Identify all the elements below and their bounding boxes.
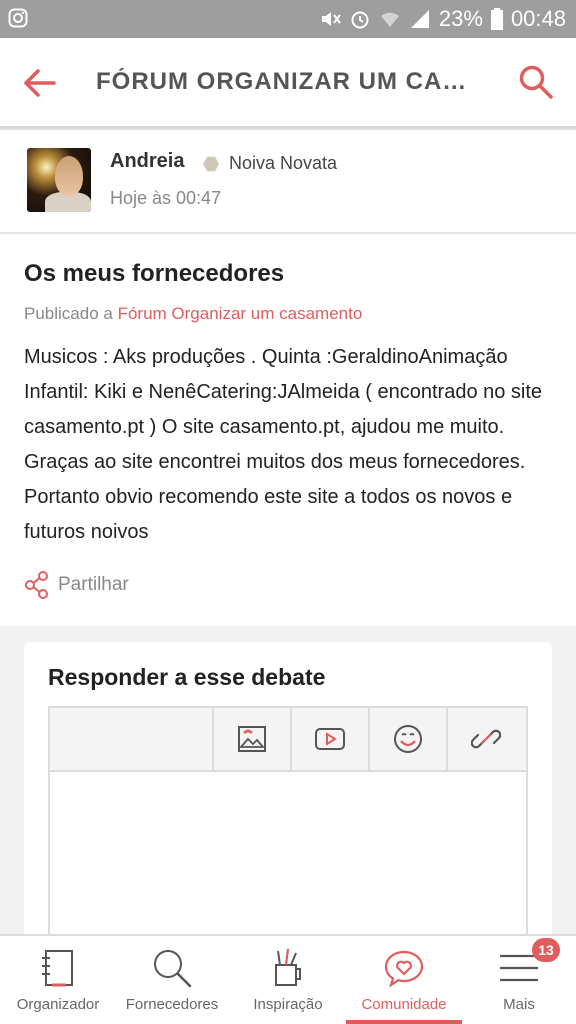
app-bar: FÓRUM ORGANIZAR UM CA… (0, 38, 576, 128)
arrow-left-icon[interactable] (22, 66, 56, 100)
author-header: Andreia Noiva Novata Hoje às 00:47 (0, 130, 576, 234)
nav-label-mais: Mais (503, 996, 535, 1013)
forum-post: Andreia Noiva Novata Hoje às 00:47 Os me… (0, 130, 576, 626)
reply-title: Responder a esse debate (48, 664, 326, 690)
editor-toolbar (50, 708, 526, 772)
alarm-icon (351, 11, 369, 29)
reply-card: Responder a esse debate (24, 642, 552, 972)
share-icon (25, 571, 48, 599)
image-icon (238, 726, 266, 752)
mute-icon (321, 12, 341, 26)
search-icon (154, 950, 192, 988)
nav-item-fornecedores[interactable]: Fornecedores (116, 936, 228, 1024)
bottom-navigation: Organizador Fornecedores Inspiração Comu… (0, 934, 576, 1024)
post-title: Os meus fornecedores (24, 260, 285, 287)
post-body: Musicos : Aks produções . Quinta :Gerald… (24, 346, 543, 543)
battery-percent: 23% (438, 6, 483, 31)
published-in: Publicado a Fórum Organizar um casamento (24, 304, 362, 324)
nav-label-fornecedores: Fornecedores (125, 996, 219, 1013)
share-button[interactable]: Partilhar (24, 570, 129, 600)
video-icon (315, 728, 345, 750)
insert-emoji-button[interactable] (368, 708, 446, 770)
insert-video-button[interactable] (290, 708, 368, 770)
nav-label-inspiracao: Inspiração (253, 996, 323, 1013)
published-prefix: Publicado a (24, 304, 113, 323)
battery-icon (490, 8, 503, 30)
nav-item-comunidade[interactable]: Comunidade (346, 936, 462, 1024)
insert-image-button[interactable] (212, 708, 290, 770)
nav-label-organizador: Organizador (16, 996, 100, 1013)
clock: 00:48 (510, 6, 566, 31)
nav-item-inspiracao[interactable]: Inspiração (232, 936, 344, 1024)
search-icon[interactable] (518, 64, 554, 100)
avatar[interactable] (27, 148, 91, 212)
notification-badge: 13 (532, 938, 560, 962)
nav-item-organizador[interactable]: Organizador (4, 936, 112, 1024)
signal-icon (410, 10, 429, 28)
heart-chat-icon (384, 950, 424, 988)
notebook-icon (42, 950, 73, 987)
author-rank: Noiva Novata (229, 153, 338, 173)
insert-link-button[interactable] (446, 708, 524, 770)
status-bar: 23% 00:48 (0, 0, 576, 38)
nav-label-comunidade: Comunidade (361, 996, 447, 1013)
forum-link[interactable]: Fórum Organizar um casamento (118, 304, 363, 323)
wifi-icon (380, 12, 399, 27)
emoji-icon (394, 725, 422, 753)
link-icon (471, 729, 501, 749)
instagram-icon (8, 8, 28, 28)
rank-hexagon-icon (203, 156, 219, 172)
active-tab-indicator (346, 1020, 462, 1024)
page-title: FÓRUM ORGANIZAR UM CA… (96, 68, 468, 95)
post-time: Hoje às 00:47 (110, 188, 222, 208)
reply-editor (48, 706, 528, 972)
share-label: Partilhar (58, 574, 129, 595)
author-name[interactable]: Andreia (110, 150, 184, 173)
pencil-cup-icon (275, 948, 301, 986)
